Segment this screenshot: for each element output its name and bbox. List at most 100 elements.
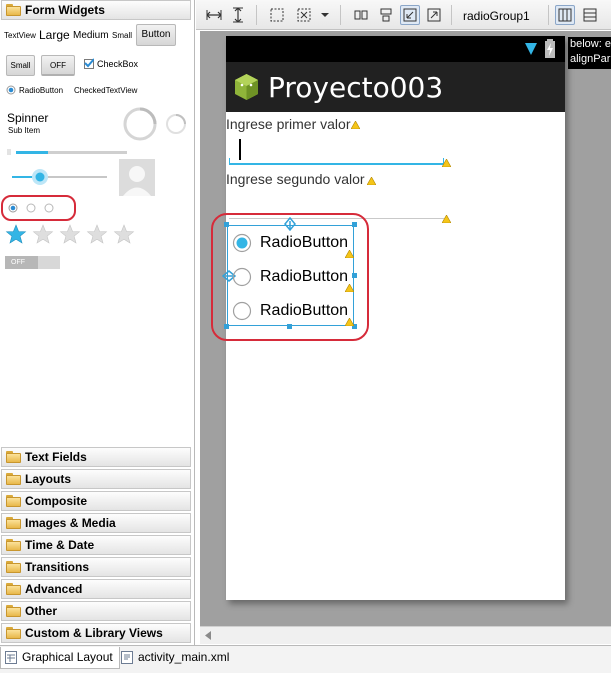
text-cursor [239, 139, 241, 160]
folder-open-icon [6, 4, 21, 16]
tab-graphical-layout[interactable]: Graphical Layout [0, 647, 120, 669]
palette-category-label: Form Widgets [25, 3, 105, 17]
palette-progress-horizontal[interactable] [16, 151, 127, 154]
palette-category-label: Images & Media [25, 516, 116, 530]
folder-icon [6, 605, 21, 617]
palette-category-label: Custom & Library Views [25, 626, 163, 640]
palette-medium-text[interactable]: Medium [73, 30, 109, 41]
palette-category-form-widgets[interactable]: Form Widgets [1, 0, 191, 20]
toggle-fill-width-button[interactable] [204, 5, 224, 25]
palette-spinner[interactable]: Spinner [7, 111, 48, 125]
palette-checkbox-icon[interactable] [84, 58, 94, 69]
tooltip-line: alignPar [570, 53, 611, 65]
palette-category-composite[interactable]: Composite [1, 491, 191, 511]
palette-category-time-date[interactable]: Time & Date [1, 535, 191, 555]
tab-label: activity_main.xml [138, 650, 230, 664]
fill-width-icon [206, 10, 222, 20]
palette-switch[interactable]: OFF [5, 256, 60, 269]
folder-icon [6, 583, 21, 595]
tab-label: Graphical Layout [22, 650, 113, 664]
editor-tabs: Graphical Layout activity_main.xml [0, 645, 611, 673]
warning-icon [442, 159, 451, 167]
palette-radiobutton-icon[interactable] [6, 85, 16, 95]
margins-button[interactable] [267, 5, 287, 25]
label-primer-valor: Ingrese primer valor [226, 116, 351, 132]
layout-toolbar: radioGroup1 [196, 0, 611, 30]
wifi-signal-icon [525, 43, 537, 55]
center-button[interactable] [376, 5, 396, 25]
folder-icon [6, 451, 21, 463]
anchor-icon [427, 8, 441, 22]
align-icon [403, 8, 417, 22]
gravity-button[interactable] [294, 5, 314, 25]
warning-icon [351, 121, 360, 129]
palette-seekbar-thumb-icon [32, 169, 48, 185]
folder-icon [6, 539, 21, 551]
palette-seekbar[interactable] [12, 176, 107, 178]
palette-category-layouts[interactable]: Layouts [1, 469, 191, 489]
palette-checkbox-label: CheckBox [97, 59, 139, 69]
gravity-dropdown-button[interactable] [318, 5, 332, 25]
toggle-fill-height-button[interactable] [228, 5, 248, 25]
app-title: Proyecto003 [268, 71, 444, 104]
folder-icon [6, 561, 21, 573]
widget-palette: Form Widgets TextView Large Medium Small… [0, 0, 195, 645]
folder-icon [6, 495, 21, 507]
palette-button[interactable]: Button [136, 24, 176, 46]
warning-icon [367, 177, 376, 185]
folder-icon [6, 517, 21, 529]
palette-radiobutton-label[interactable]: RadioButton [19, 86, 63, 95]
palette-radiogroup-icon[interactable] [8, 202, 58, 214]
palette-category-custom-library-views[interactable]: Custom & Library Views [1, 623, 191, 643]
warning-icon [442, 215, 451, 223]
folder-icon [6, 627, 21, 639]
palette-progress-large-icon[interactable] [122, 106, 158, 142]
palette-category-transitions[interactable]: Transitions [1, 557, 191, 577]
radiogroup-highlight [211, 213, 369, 341]
layout-icon [5, 651, 17, 664]
palette-category-label: Text Fields [25, 450, 87, 464]
palette-progress-medium-icon[interactable] [164, 112, 188, 136]
palette-category-label: Transitions [25, 560, 90, 574]
layout-hint-tooltip: below: e alignPar [568, 37, 611, 69]
xml-file-icon [121, 651, 133, 664]
palette-category-label: Other [25, 604, 58, 618]
align-button[interactable] [400, 5, 420, 25]
palette-category-other[interactable]: Other [1, 601, 191, 621]
action-bar: Proyecto003 [226, 62, 565, 112]
palette-ratingbar[interactable] [5, 222, 140, 246]
columns-icon [558, 8, 572, 22]
palette-progress-small-icon[interactable] [7, 149, 11, 155]
palette-checkedtextview[interactable]: CheckedTextView [74, 86, 137, 95]
palette-textview[interactable]: TextView [4, 31, 36, 40]
palette-switch-label: OFF [5, 256, 38, 269]
horizontal-orientation-button[interactable] [580, 5, 600, 25]
vertical-orientation-button[interactable] [555, 5, 575, 25]
baseline-button[interactable] [351, 5, 371, 25]
rows-icon [583, 8, 597, 22]
palette-small-text[interactable]: Small [112, 31, 132, 40]
status-bar [226, 36, 565, 62]
tooltip-line: below: e [570, 38, 611, 50]
input-primer-valor[interactable] [229, 136, 444, 166]
folder-icon [6, 473, 21, 485]
scroll-left-arrow-icon[interactable] [204, 631, 212, 640]
selected-component-label: radioGroup1 [463, 9, 530, 23]
palette-large-text[interactable]: Large [39, 28, 70, 42]
tab-activity-main-xml[interactable]: activity_main.xml [117, 647, 235, 669]
palette-category-label: Layouts [25, 472, 72, 486]
palette-category-label: Advanced [25, 582, 83, 596]
anchor-button[interactable] [424, 5, 444, 25]
palette-category-images-media[interactable]: Images & Media [1, 513, 191, 533]
horizontal-scrollbar[interactable] [200, 626, 611, 644]
palette-category-label: Composite [25, 494, 88, 508]
palette-small-button[interactable]: Small [6, 55, 35, 76]
android-app-icon [235, 74, 258, 100]
palette-category-advanced[interactable]: Advanced [1, 579, 191, 599]
palette-category-text-fields[interactable]: Text Fields [1, 447, 191, 467]
palette-toggle-button[interactable]: OFF [41, 55, 75, 76]
palette-quickcontactbadge-icon[interactable] [119, 159, 155, 196]
palette-spinner-subitem: Sub Item [8, 126, 41, 135]
center-icon [380, 8, 392, 22]
margins-icon [270, 8, 284, 22]
